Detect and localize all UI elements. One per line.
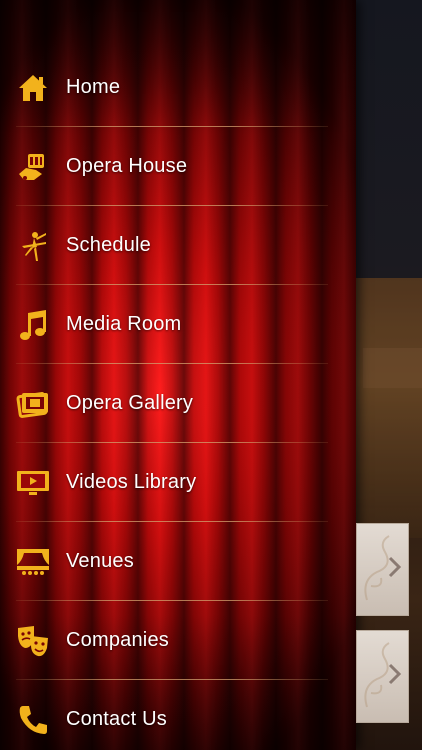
- menu-item-videos-library[interactable]: Videos Library: [0, 443, 356, 522]
- chevron-right-icon: [388, 556, 402, 583]
- stage-icon: [16, 545, 50, 579]
- menu-item-schedule[interactable]: Schedule: [0, 206, 356, 285]
- video-screen-icon: [16, 466, 50, 500]
- side-panel-tile[interactable]: [356, 523, 409, 616]
- theater-masks-icon: [16, 624, 50, 658]
- menu-item-label: Opera Gallery: [66, 392, 194, 414]
- menu-item-home[interactable]: Home: [0, 48, 356, 127]
- home-icon: [16, 71, 50, 105]
- navigation-drawer: Home Opera House Schedule Media Room Ope…: [0, 0, 356, 750]
- background-building: [355, 278, 422, 538]
- menu-item-contact-us[interactable]: Contact Us: [0, 680, 356, 750]
- side-panel-tile[interactable]: [356, 630, 409, 723]
- menu-item-opera-gallery[interactable]: Opera Gallery: [0, 364, 356, 443]
- menu-item-label: Home: [66, 76, 121, 98]
- menu-item-opera-house[interactable]: Opera House: [0, 127, 356, 206]
- ballerina-icon: [16, 229, 50, 263]
- menu-list: Home Opera House Schedule Media Room Ope…: [0, 48, 356, 750]
- menu-item-media-room[interactable]: Media Room: [0, 285, 356, 364]
- menu-item-label: Opera House: [66, 155, 188, 177]
- menu-item-label: Venues: [66, 550, 134, 572]
- menu-item-label: Schedule: [66, 234, 151, 256]
- menu-item-label: Companies: [66, 629, 169, 651]
- music-note-icon: [16, 308, 50, 342]
- menu-item-companies[interactable]: Companies: [0, 601, 356, 680]
- menu-item-venues[interactable]: Venues: [0, 522, 356, 601]
- photo-gallery-icon: [16, 387, 50, 421]
- opera-house-icon: [16, 150, 50, 184]
- menu-item-label: Media Room: [66, 313, 182, 335]
- phone-icon: [16, 703, 50, 737]
- chevron-right-icon: [388, 663, 402, 690]
- menu-item-label: Videos Library: [66, 471, 197, 493]
- menu-item-label: Contact Us: [66, 708, 167, 730]
